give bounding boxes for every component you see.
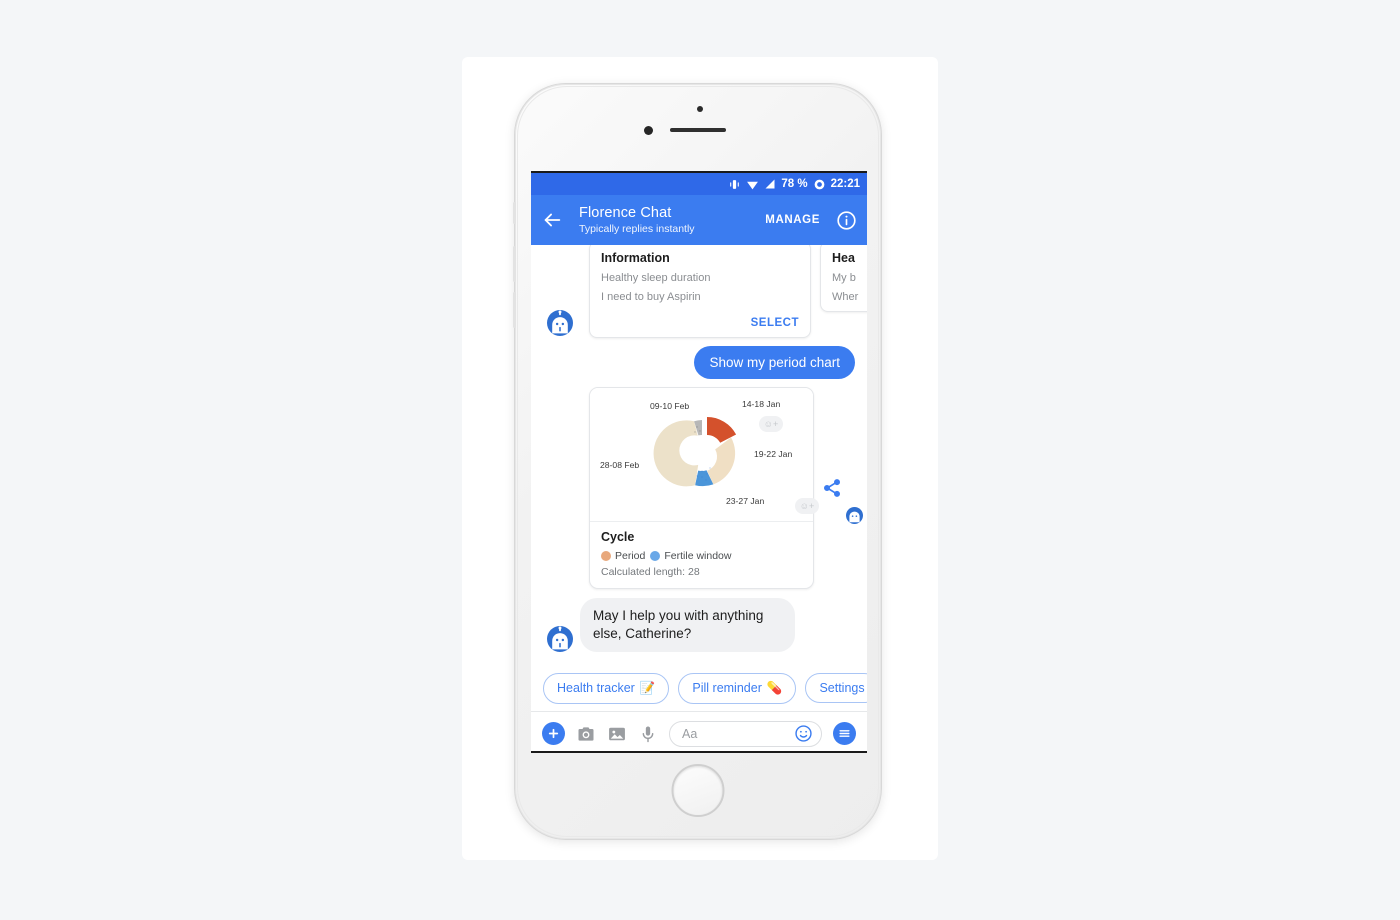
donut-label-28-08-feb: 28-08 Feb bbox=[600, 460, 639, 470]
microphone-icon[interactable] bbox=[638, 724, 658, 744]
alarm-icon bbox=[813, 178, 826, 191]
screenshot-stage: 78 % 22:21 Florence Chat Typically repli… bbox=[0, 0, 1400, 920]
add-reaction-icon[interactable]: ☺+ bbox=[759, 416, 783, 432]
donut-label-19-22-jan: 19-22 Jan bbox=[754, 449, 792, 459]
image-icon[interactable] bbox=[607, 724, 627, 744]
card-subtitle-line: My b bbox=[832, 272, 856, 284]
quick-reply-settings[interactable]: Settings bbox=[805, 673, 867, 703]
battery-percentage: 78 % bbox=[781, 178, 808, 190]
donut-chart-svg: 09-10 Feb 14-18 Jan 19-22 Jan 23-27 Jan … bbox=[600, 399, 792, 506]
earpiece-speaker bbox=[670, 128, 726, 132]
chip-label: Health tracker bbox=[557, 681, 635, 695]
clock-time: 22:21 bbox=[830, 178, 860, 190]
card-subtitle-line: Wher bbox=[832, 291, 859, 303]
signal-icon bbox=[764, 178, 776, 190]
chat-header: Florence Chat Typically replies instantl… bbox=[531, 195, 867, 245]
message-input-placeholder: Aa bbox=[682, 726, 698, 741]
front-camera-icon bbox=[644, 126, 653, 135]
back-arrow-icon[interactable] bbox=[541, 209, 563, 231]
page-title: Florence Chat bbox=[579, 204, 672, 221]
card-subtitle-line: Healthy sleep duration bbox=[601, 272, 711, 284]
add-reaction-icon[interactable]: ☺+ bbox=[795, 498, 819, 514]
manage-button[interactable]: MANAGE bbox=[765, 214, 820, 226]
share-icon[interactable] bbox=[822, 478, 842, 498]
donut-label-14-18-jan: 14-18 Jan bbox=[742, 399, 780, 409]
bot-message-row: May I help you with anything else, Cathe… bbox=[531, 589, 867, 652]
status-bar: 78 % 22:21 bbox=[531, 173, 867, 195]
search-input[interactable]: Aa bbox=[669, 720, 822, 747]
select-button[interactable]: SELECT bbox=[601, 317, 799, 329]
card-carousel[interactable]: Information Healthy sleep duration I nee… bbox=[531, 245, 867, 338]
chip-label: Pill reminder bbox=[692, 681, 762, 695]
phone-mockup: 78 % 22:21 Florence Chat Typically repli… bbox=[513, 83, 882, 840]
vibrate-icon bbox=[728, 178, 741, 191]
donut-label-23-27-jan: 23-27 Jan bbox=[726, 496, 764, 506]
home-button[interactable] bbox=[671, 764, 725, 817]
chip-label: Settings bbox=[819, 681, 865, 695]
generic-template-card[interactable]: Information Healthy sleep duration I nee… bbox=[589, 245, 811, 338]
generic-template-card[interactable]: Hea My b Wher bbox=[820, 245, 867, 312]
message-composer: Aa bbox=[531, 711, 867, 751]
chart-card-footer: Cycle Period Fertile window Calculated l… bbox=[590, 522, 813, 588]
avatar bbox=[846, 507, 863, 524]
bot-message-bubble[interactable]: May I help you with anything else, Cathe… bbox=[580, 598, 795, 652]
chat-subtitle: Typically replies instantly bbox=[579, 223, 695, 236]
slice-19-22-jan bbox=[707, 437, 736, 485]
volume-down-button bbox=[513, 292, 516, 328]
quick-reply-bar[interactable]: Health tracker 📝 Pill reminder 💊 Setting… bbox=[531, 665, 867, 711]
emoji-smiley-icon[interactable] bbox=[794, 724, 813, 743]
avatar bbox=[547, 310, 573, 336]
info-circle-icon[interactable] bbox=[836, 210, 857, 231]
phone-screen: 78 % 22:21 Florence Chat Typically repli… bbox=[531, 171, 867, 753]
user-message-row: Show my period chart bbox=[531, 338, 867, 379]
wifi-icon bbox=[746, 178, 759, 191]
card-title: Cycle bbox=[601, 530, 635, 544]
slice-28-08-feb bbox=[653, 420, 699, 487]
legend-label: Fertile window bbox=[664, 550, 732, 562]
chat-title-block: Florence Chat Typically replies instantl… bbox=[579, 205, 755, 236]
card-subtitle-line: I need to buy Aspirin bbox=[601, 291, 701, 303]
pill-icon: 💊 bbox=[766, 680, 783, 695]
message-list[interactable]: Information Healthy sleep duration I nee… bbox=[531, 245, 867, 665]
plus-icon[interactable] bbox=[542, 722, 565, 745]
camera-icon[interactable] bbox=[576, 724, 596, 744]
memo-icon: 📝 bbox=[639, 680, 656, 695]
legend-item-period: Period bbox=[601, 550, 645, 562]
chart-message-row: 09-10 Feb 14-18 Jan 19-22 Jan 23-27 Jan … bbox=[531, 379, 867, 589]
volume-up-button bbox=[513, 246, 516, 282]
user-message-bubble[interactable]: Show my period chart bbox=[694, 346, 855, 379]
donut-chart: 09-10 Feb 14-18 Jan 19-22 Jan 23-27 Jan … bbox=[590, 388, 813, 521]
legend-dot-icon bbox=[650, 551, 661, 561]
calculated-length-text: Calculated length: 28 bbox=[601, 566, 700, 578]
proximity-sensor-icon bbox=[697, 106, 703, 112]
hamburger-menu-icon[interactable] bbox=[833, 722, 856, 745]
donut-label-09-10-feb: 09-10 Feb bbox=[650, 401, 689, 411]
quick-reply-pill-reminder[interactable]: Pill reminder 💊 bbox=[678, 672, 797, 704]
legend-item-fertile-window: Fertile window bbox=[650, 550, 731, 562]
quick-reply-health-tracker[interactable]: Health tracker 📝 bbox=[543, 672, 670, 704]
chart-legend: Period Fertile window bbox=[601, 550, 802, 562]
silent-switch bbox=[513, 202, 516, 224]
card-title: Information bbox=[601, 251, 670, 265]
legend-dot-icon bbox=[601, 551, 611, 561]
legend-label: Period bbox=[615, 550, 646, 562]
card-title: Hea bbox=[832, 251, 855, 265]
avatar bbox=[547, 625, 573, 652]
